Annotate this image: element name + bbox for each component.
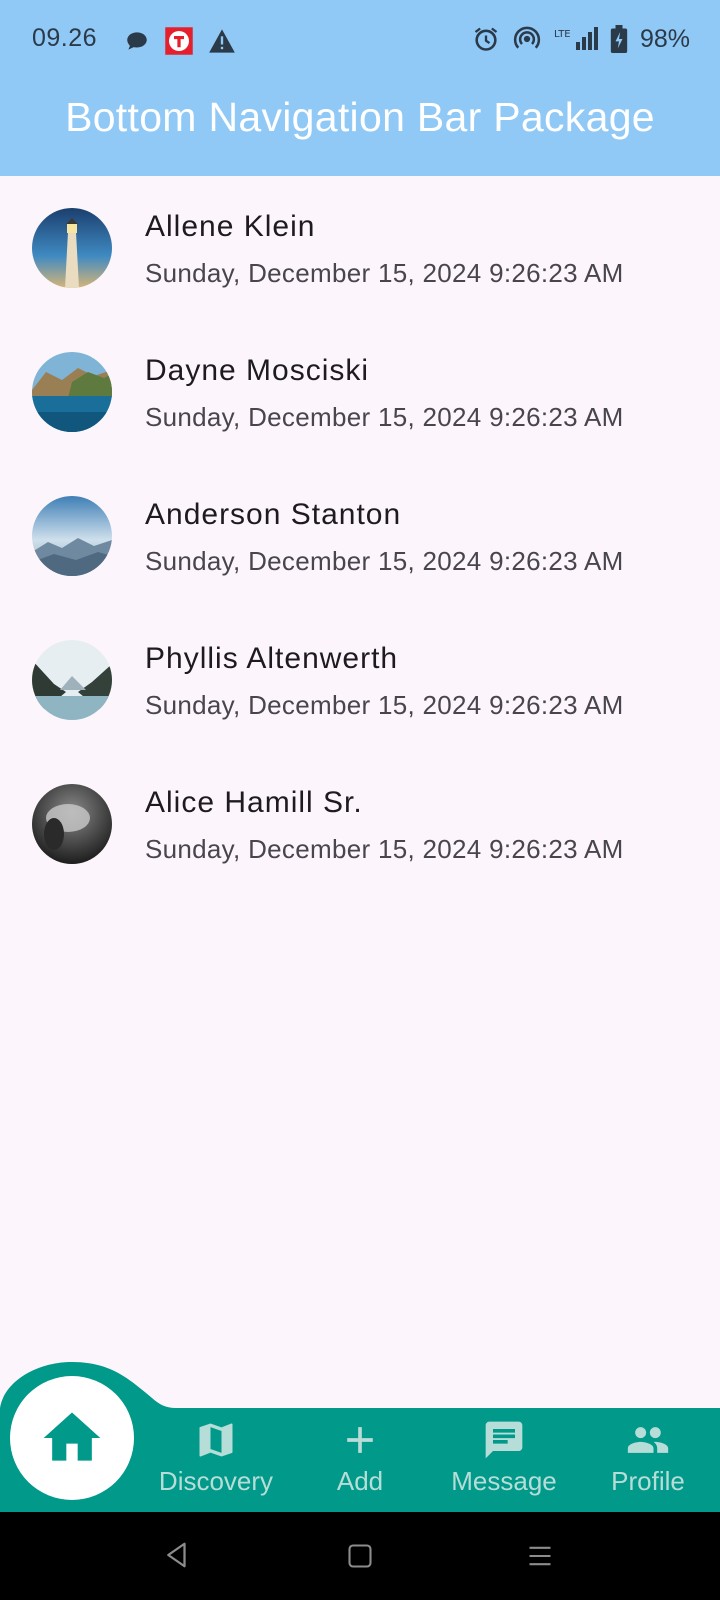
page-title: Bottom Navigation Bar Package [65,94,655,140]
nav-label: Discovery [158,1466,274,1496]
status-right-icons: LTE 98% [472,24,690,54]
contact-list: Allene Klein Sunday, December 15, 2024 9… [0,176,720,896]
list-item[interactable]: Dayne Mosciski Sunday, December 15, 2024… [0,320,720,464]
list-item[interactable]: Allene Klein Sunday, December 15, 2024 9… [0,176,720,320]
item-date: Sunday, December 15, 2024 9:26:23 AM [145,546,624,576]
home-icon [43,1412,101,1461]
hotspot-icon [513,26,541,49]
warning-icon [209,29,235,53]
home-square-icon[interactable] [346,1542,374,1570]
avatar [32,208,112,288]
alarm-icon [474,27,498,51]
app-bar: Bottom Navigation Bar Package [0,80,720,176]
nav-item-discovery[interactable]: Discovery [144,1408,288,1508]
list-item[interactable]: Phyllis Altenwerth Sunday, December 15, … [0,608,720,752]
item-name: Anderson Stanton [145,498,402,531]
lighthouse-image [32,208,112,288]
app-notification-icon [165,27,193,55]
status-bar: 09.26 LTE 98% [0,0,720,80]
item-name: Phyllis Altenwerth [145,642,399,675]
system-navigation-bar [0,1512,720,1600]
manatee-image [32,784,112,864]
avatar [32,640,112,720]
nav-item-profile[interactable]: Profile [576,1408,720,1508]
people-icon [627,1427,669,1453]
list-item[interactable]: Alice Hamill Sr. Sunday, December 15, 20… [0,752,720,896]
battery-charging-icon [610,25,628,53]
message-icon [485,1421,523,1459]
nav-item-add[interactable]: Add [288,1408,432,1508]
signal-icon: LTE [554,27,598,50]
item-date: Sunday, December 15, 2024 9:26:23 AM [145,258,624,288]
map-icon [199,1423,233,1457]
menu-icon[interactable] [526,1542,554,1570]
item-date: Sunday, December 15, 2024 9:26:23 AM [145,402,624,432]
item-date: Sunday, December 15, 2024 9:26:23 AM [145,834,624,864]
nav-label: Profile [611,1466,685,1496]
nav-label: Message [451,1466,557,1496]
bottom-navigation-bar: Discovery Add Message Profile [0,1360,720,1512]
back-icon[interactable] [162,1540,192,1570]
status-time: 09.26 [32,24,98,52]
nav-label: Add [336,1466,384,1496]
item-name: Allene Klein [145,210,316,243]
avatar [32,496,112,576]
svg-text:LTE: LTE [554,29,571,40]
misty-mountains-image [32,496,112,576]
list-item[interactable]: Anderson Stanton Sunday, December 15, 20… [0,464,720,608]
avatar [32,784,112,864]
nav-item-home[interactable] [10,1376,134,1500]
battery-percent: 98% [639,24,690,53]
item-name: Alice Hamill Sr. [145,786,363,819]
coast-image [32,352,112,432]
mountain-lake-image [32,640,112,720]
avatar [32,352,112,432]
notification-icons [124,26,236,56]
item-name: Dayne Mosciski [145,354,370,387]
plus-icon [347,1427,373,1453]
nav-item-message[interactable]: Message [432,1408,576,1508]
item-date: Sunday, December 15, 2024 9:26:23 AM [145,690,624,720]
chat-bubble-icon [127,32,147,50]
